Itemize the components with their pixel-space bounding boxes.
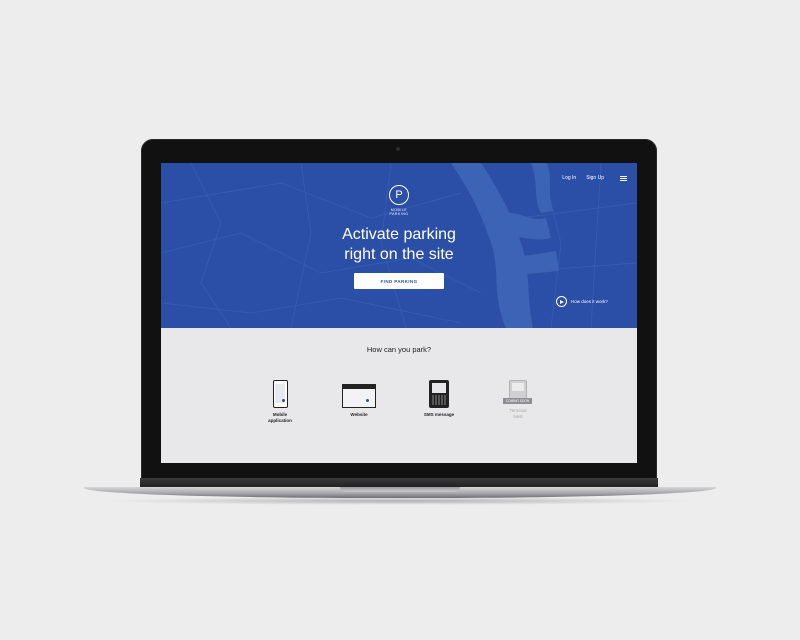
method-label: SMS message (404, 412, 474, 418)
method-sms[interactable]: SMS message (404, 380, 474, 418)
headline-line1: Activate parking (342, 226, 456, 243)
browser-icon (342, 384, 376, 408)
hero-headline: Activate parking right on the site (161, 225, 637, 265)
method-mobile-app[interactable]: Mobile application (245, 380, 315, 424)
logo-letter: P (395, 189, 403, 201)
method-label: Terminal Nest (483, 408, 553, 420)
feature-phone-icon (429, 380, 449, 408)
method-label: Mobile application (245, 412, 315, 424)
parking-logo-icon[interactable]: P (389, 185, 409, 205)
hamburger-icon[interactable] (620, 175, 627, 181)
methods-list: Mobile application Website SMS message C… (161, 380, 637, 460)
coming-soon-badge: COMING SOON (503, 398, 532, 404)
smartphone-icon (272, 380, 288, 408)
method-terminal: COMING SOON Terminal Nest (483, 380, 553, 420)
laptop-shadow (100, 497, 700, 505)
section-title: How can you park? (366, 345, 432, 354)
find-parking-button[interactable]: FIND PARKING (354, 273, 444, 289)
method-label-line2: application (268, 418, 292, 423)
parking-methods-section: How can you park? Mobile application Web… (161, 328, 637, 463)
method-label: Website (324, 412, 394, 418)
how-it-works-link[interactable]: How does it work? (556, 296, 608, 307)
method-website[interactable]: Website (324, 380, 394, 418)
login-link[interactable]: Log In (562, 175, 576, 181)
method-label-line2: Nest (513, 414, 523, 419)
laptop-screen: Log In Sign Up P MOBILE PARKING Activate… (161, 163, 637, 463)
how-it-works-label: How does it work? (571, 299, 608, 304)
method-label-line1: Website (350, 412, 368, 417)
headline-line2: right on the site (344, 246, 454, 263)
terminal-icon: COMING SOON (503, 380, 532, 404)
signup-link[interactable]: Sign Up (586, 175, 604, 181)
camera-icon (396, 147, 400, 151)
logo-text: MOBILE PARKING (379, 208, 419, 216)
hero-section: Log In Sign Up P MOBILE PARKING Activate… (161, 163, 637, 328)
method-label-line1: SMS message (423, 412, 455, 417)
top-navigation: Log In Sign Up (562, 175, 627, 181)
logo-text-line2: PARKING (389, 212, 409, 216)
laptop-notch (340, 487, 460, 492)
play-icon (556, 296, 567, 307)
